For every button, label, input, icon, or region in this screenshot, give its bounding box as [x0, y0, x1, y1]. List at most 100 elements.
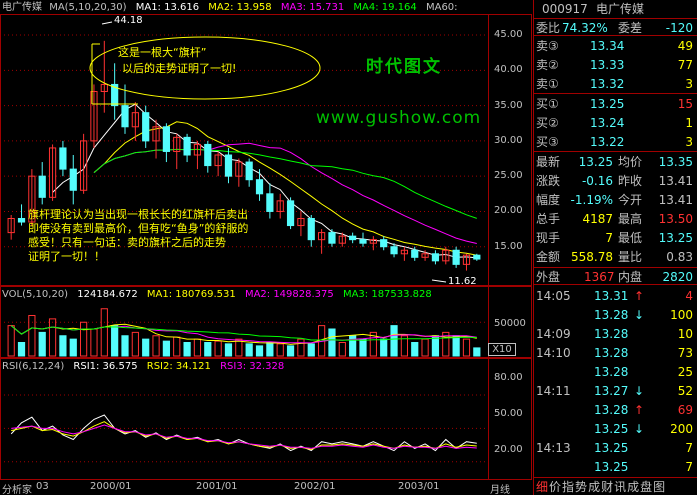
bid-level-row[interactable]: 买① 13.25 15 [534, 95, 697, 113]
bottom-tab[interactable]: 指 [562, 480, 574, 494]
stat-row: 幅度 -1.19% 今开 13.41 [534, 191, 697, 209]
bid-level-label: 买① [536, 97, 559, 111]
ask-price: 13.32 [590, 77, 625, 91]
volume-bar [193, 338, 202, 357]
bottom-tab[interactable]: 讯 [614, 480, 626, 494]
ask-price: 13.33 [590, 58, 625, 72]
volume-bar [121, 335, 129, 357]
period-label[interactable]: 月线 [490, 481, 510, 495]
bottom-tab[interactable]: 价 [549, 480, 561, 494]
high-marker-arrow [101, 21, 113, 25]
ask-level-row[interactable]: 卖① 13.32 3 [534, 75, 697, 93]
bid-level-label: 买③ [536, 135, 559, 149]
volume-bar [183, 342, 191, 357]
annotation-theory-line: 即使没有卖到最高价，但有吃“鱼身”的舒服的 [28, 222, 249, 235]
ask-level-row[interactable]: 卖③ 13.34 49 [534, 37, 697, 55]
candle-body [204, 143, 212, 167]
chart-area[interactable]: 电广传媒 MA(5,10,20,30) MA1: 13.616 MA2: 13.… [0, 0, 532, 495]
bottom-tab[interactable]: 图 [653, 480, 665, 494]
tick-price: 13.27 [594, 384, 629, 398]
arrow-down-icon: ↓ [634, 422, 645, 436]
tick-list[interactable]: 14:05 13.31 ↑ 4 13.28 ↓ 100 14:09 13.28 10 14:10 13… [534, 287, 697, 477]
tick-volume: 4 [685, 289, 693, 303]
stat-label: 最高 [618, 212, 643, 226]
bid-volume: 1 [685, 116, 693, 130]
ask-level-label: 卖② [536, 58, 559, 72]
bottom-tab[interactable]: 细 [536, 480, 548, 494]
stat-label: 金额 [536, 250, 561, 264]
watermark-title: 时代图文 [366, 57, 442, 77]
volume-bar [111, 325, 119, 357]
tick-row: 13.28 ↑ 69 [534, 401, 697, 420]
stat-row: 总手 4187 最高 13.50 [534, 210, 697, 228]
volume-bar [473, 347, 481, 357]
candle-body [183, 136, 191, 156]
stat-value: 13.41 [658, 193, 693, 207]
arrow-up-icon: ↑ [634, 403, 645, 417]
low-marker-arrow [431, 279, 447, 283]
volume-bar [297, 338, 305, 357]
volume-bar [131, 331, 139, 357]
tick-price: 13.28 [594, 327, 629, 341]
x-axis: 分析家 03 2000/01 2001/01 2002/01 2003/01 月… [0, 480, 532, 495]
vol-unit-badge[interactable]: X10 [488, 343, 516, 356]
tick-price: 13.28 [594, 365, 629, 379]
ask-level-label: 卖① [536, 77, 559, 91]
bottom-tab[interactable]: 成 [588, 480, 600, 494]
bid-level-row[interactable]: 买② 13.24 1 [534, 114, 697, 132]
vol-ma2: MA2: 149828.375 [244, 289, 334, 300]
candle-body [359, 239, 367, 244]
stat-value: 13.25 [578, 155, 613, 169]
vol-ma20-line [10, 325, 477, 341]
x-date-start: 03 [36, 481, 49, 492]
candle-body [162, 126, 170, 152]
bid-volume: 15 [677, 97, 693, 111]
rsi1-value: RSI1: 36.575 [73, 361, 138, 372]
candle-body [380, 239, 388, 248]
tick-price: 13.28 [594, 308, 629, 322]
low-price-marker: 11.62 [448, 276, 477, 287]
bottom-tab[interactable]: 财 [601, 480, 613, 494]
tick-row: 14:11 13.27 ↓ 52 [534, 382, 697, 401]
ask-level-row[interactable]: 卖② 13.33 77 [534, 56, 697, 74]
vol-ma1: MA1: 180769.531 [146, 289, 236, 300]
tick-time: 14:09 [536, 327, 571, 341]
bottom-tab-bar: 细价指势成财讯成盘图 [534, 477, 697, 495]
vol-unit: X10 [492, 344, 512, 355]
tick-time: 14:05 [536, 289, 571, 303]
tick-time: 14:11 [536, 384, 571, 398]
tick-row: 14:09 13.28 10 [534, 325, 697, 344]
candle-body [349, 235, 357, 241]
tick-volume: 7 [685, 460, 693, 474]
tick-price: 13.25 [594, 422, 629, 436]
candle-body [17, 218, 26, 223]
annotation-theory-line: 旗杆理论认为当出现一根长长的红旗杆后卖出 [28, 208, 248, 221]
stat-row: 最新 13.25 均价 13.35 [534, 153, 697, 171]
tick-time: 14:13 [536, 441, 571, 455]
annotation-theory-line: 感受！只有一句话：卖的旗杆之后的走势 [28, 236, 226, 249]
ask-volume: 49 [677, 39, 693, 53]
volume-bar [286, 345, 295, 357]
candle-body [142, 112, 150, 142]
candle-body [307, 218, 315, 241]
volume-bar [245, 343, 253, 357]
stat-value: -0.16 [581, 174, 613, 188]
bid-level-row[interactable]: 买③ 13.22 3 [534, 133, 697, 151]
candle-body [38, 175, 46, 198]
stat-value: 558.78 [571, 250, 613, 264]
neipan-value: 2820 [662, 270, 693, 284]
bottom-tab[interactable]: 盘 [640, 480, 652, 494]
rsi-y-tick-50: 50.00 [494, 408, 523, 419]
stat-value: 13.41 [658, 174, 693, 188]
volume-bar [173, 336, 181, 357]
tick-row: 14:10 13.28 73 [534, 344, 697, 363]
x-date: 2002/01 [294, 481, 336, 492]
bottom-tab[interactable]: 成 [627, 480, 639, 494]
main-y-tick: 25.00 [494, 170, 523, 182]
tick-volume: 10 [677, 327, 693, 341]
tick-time: 14:10 [536, 346, 571, 360]
bid-volume: 3 [685, 135, 693, 149]
candle-body [121, 105, 129, 128]
volume-bar [359, 338, 367, 357]
bottom-tab[interactable]: 势 [575, 480, 587, 494]
